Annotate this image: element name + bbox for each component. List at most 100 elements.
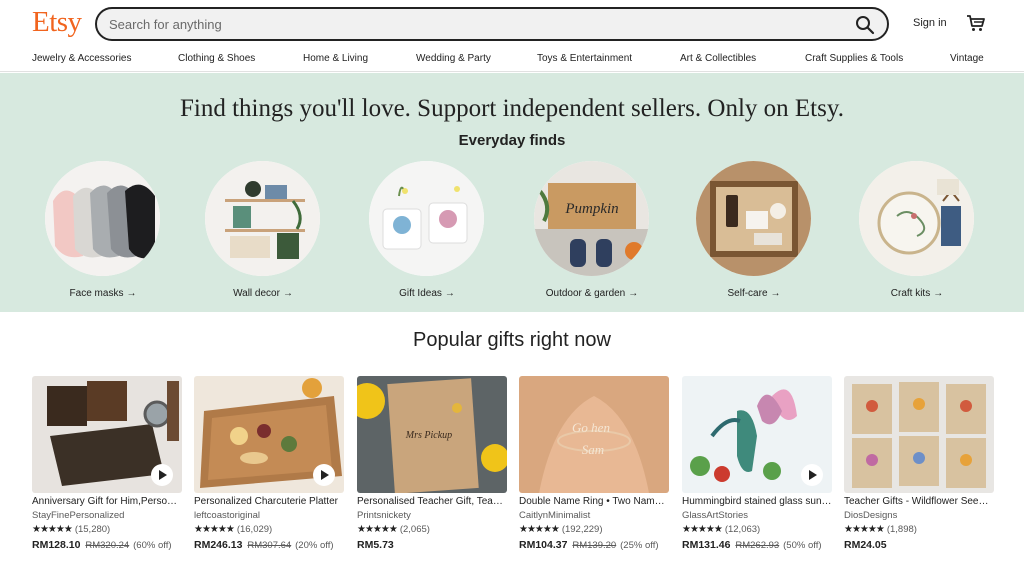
category-art[interactable]: Art & Collectibles — [680, 53, 756, 64]
gift-ideas-image — [369, 161, 484, 276]
shop-name: StayFinePersonalized — [32, 510, 125, 521]
hero-title: Find things you'll love. Support indepen… — [180, 95, 844, 122]
popular-gifts-title: Popular gifts right now — [413, 329, 611, 351]
arrow-right-icon: → — [282, 288, 293, 299]
original-price: RM262.93 — [735, 540, 780, 551]
product-title[interactable]: Personalized Charcuterie Platter — [194, 496, 344, 507]
product-image[interactable] — [194, 376, 344, 493]
review-count: (15,280) — [74, 524, 111, 535]
product-rating: ★★★★★ (12,063) — [682, 524, 760, 535]
product-price: RM128.10 RM320.24 (60% off) — [32, 539, 172, 551]
sign-in-link[interactable]: Sign in — [913, 17, 947, 29]
product-price: RM246.13 RM307.64 (20% off) — [194, 539, 334, 551]
hero-subtitle: Everyday finds — [458, 132, 566, 149]
category-home[interactable]: Home & Living — [303, 53, 368, 64]
svg-text:Sam: Sam — [582, 442, 604, 457]
cart-icon[interactable] — [966, 14, 986, 32]
product-image[interactable] — [682, 376, 832, 493]
wall-decor-image — [205, 161, 320, 276]
product-price: RM131.46 RM262.93 (50% off) — [682, 539, 822, 551]
product-title[interactable]: Hummingbird stained glass suncatcher — [682, 496, 832, 507]
product-title[interactable]: Teacher Gifts - Wildflower Seed Cards — [844, 496, 994, 507]
shop-name: DiosDesigns — [844, 510, 898, 521]
category-vintage[interactable]: Vintage — [950, 53, 984, 64]
discount: (50% off) — [783, 540, 822, 551]
review-count: (192,229) — [561, 524, 603, 535]
star-rating-icon: ★★★★★ — [519, 524, 560, 535]
category-wedding[interactable]: Wedding & Party — [416, 53, 491, 64]
find-label: Craft kits → — [890, 288, 944, 299]
star-rating-icon: ★★★★★ — [682, 524, 723, 535]
category-nav: Jewelry & Accessories Clothing & Shoes H… — [0, 46, 1024, 72]
header: Etsy Sign in — [0, 0, 1024, 46]
face-masks-image — [45, 161, 160, 276]
svg-text:Go hen: Go hen — [572, 420, 610, 435]
shop-name: GlassArtStories — [682, 510, 748, 521]
category-clothing[interactable]: Clothing & Shoes — [178, 53, 255, 64]
craft-kits-image — [859, 161, 974, 276]
category-craft[interactable]: Craft Supplies & Tools — [805, 53, 903, 64]
discount: (60% off) — [133, 540, 172, 551]
sale-price: RM131.46 — [682, 539, 731, 551]
shop-name: CaitlynMinimalist — [519, 510, 591, 521]
find-label: Gift Ideas → — [399, 288, 455, 299]
arrow-right-icon: → — [126, 288, 137, 299]
find-label: Self-care → — [727, 288, 781, 299]
play-icon[interactable] — [313, 464, 335, 486]
sale-price: RM24.05 — [844, 539, 887, 551]
discount: (20% off) — [295, 540, 334, 551]
outdoor-garden-image: Pumpkin — [534, 161, 649, 276]
original-price: RM320.24 — [85, 540, 130, 551]
product-price: RM24.05 — [844, 539, 890, 551]
category-jewelry[interactable]: Jewelry & Accessories — [32, 53, 131, 64]
find-label: Wall decor → — [233, 288, 293, 299]
play-icon[interactable] — [151, 464, 173, 486]
find-label: Face masks → — [69, 288, 137, 299]
product-title[interactable]: Double Name Ring • Two Name Ring — [519, 496, 669, 507]
review-count: (1,898) — [886, 524, 917, 535]
product-title[interactable]: Anniversary Gift for Him,Personalized Wa… — [32, 496, 182, 507]
sale-price: RM128.10 — [32, 539, 81, 551]
product-image[interactable]: Mrs Pickup — [357, 376, 507, 493]
svg-text:Mrs Pickup: Mrs Pickup — [405, 430, 452, 441]
star-rating-icon: ★★★★★ — [194, 524, 235, 535]
sale-price: RM246.13 — [194, 539, 243, 551]
sale-price: RM104.37 — [519, 539, 568, 551]
sale-price: RM5.73 — [357, 539, 394, 551]
shop-name: leftcoastoriginal — [194, 510, 261, 521]
product-rating: ★★★★★ (16,029) — [194, 524, 272, 535]
search-input[interactable] — [109, 14, 809, 34]
hero-banner: Find things you'll love. Support indepen… — [0, 73, 1024, 312]
product-image[interactable]: Go hen Sam — [519, 376, 669, 493]
product-title[interactable]: Personalised Teacher Gift, Teacher Card — [357, 496, 507, 507]
product-rating: ★★★★★ (15,280) — [32, 524, 110, 535]
search-bar — [95, 7, 889, 41]
original-price: RM139.20 — [572, 540, 617, 551]
product-rating: ★★★★★ (192,229) — [519, 524, 603, 535]
svg-text:Pumpkin: Pumpkin — [564, 201, 618, 217]
search-icon[interactable] — [855, 15, 875, 35]
review-count: (16,029) — [236, 524, 273, 535]
star-rating-icon: ★★★★★ — [32, 524, 73, 535]
category-toys[interactable]: Toys & Entertainment — [537, 53, 632, 64]
play-icon[interactable] — [801, 464, 823, 486]
review-count: (12,063) — [724, 524, 761, 535]
star-rating-icon: ★★★★★ — [357, 524, 398, 535]
product-image[interactable] — [844, 376, 994, 493]
find-label: Outdoor & garden → — [545, 288, 639, 299]
arrow-right-icon: → — [628, 288, 639, 299]
star-rating-icon: ★★★★★ — [844, 524, 885, 535]
product-price: RM5.73 — [357, 539, 397, 551]
product-price: RM104.37 RM139.20 (25% off) — [519, 539, 659, 551]
review-count: (2,065) — [399, 524, 430, 535]
arrow-right-icon: → — [933, 288, 944, 299]
arrow-right-icon: → — [444, 288, 455, 299]
arrow-right-icon: → — [770, 288, 781, 299]
shop-name: Printsnickety — [357, 510, 411, 521]
etsy-logo[interactable]: Etsy — [32, 6, 82, 39]
product-rating: ★★★★★ (2,065) — [357, 524, 430, 535]
discount: (25% off) — [620, 540, 659, 551]
self-care-image — [696, 161, 811, 276]
product-rating: ★★★★★ (1,898) — [844, 524, 917, 535]
product-image[interactable] — [32, 376, 182, 493]
